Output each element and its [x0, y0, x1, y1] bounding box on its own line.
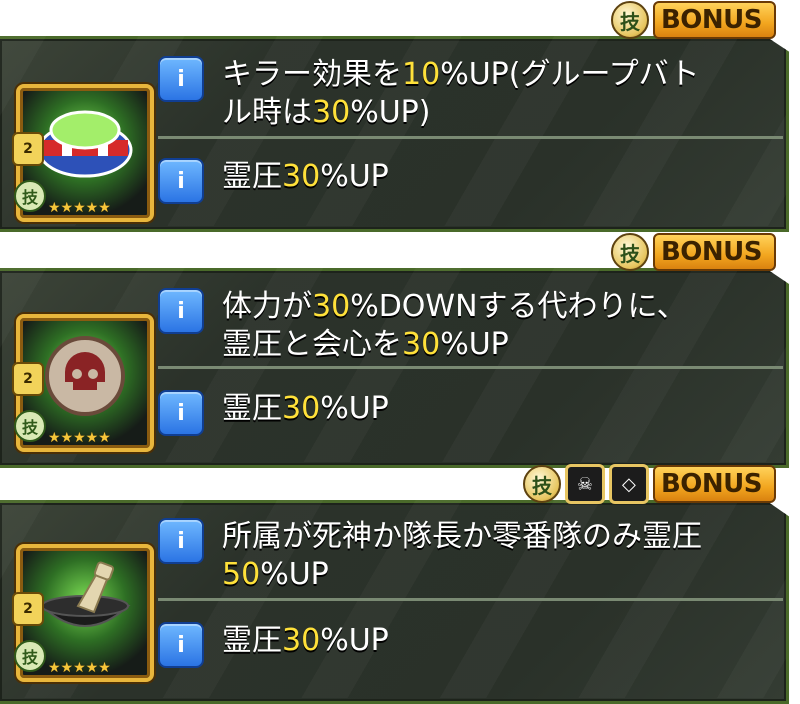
star-rating: ★★★★★	[48, 430, 111, 446]
info-icon[interactable]: i	[158, 56, 204, 102]
info-icon[interactable]: i	[158, 158, 204, 204]
stat-text: 霊圧30%UP	[222, 623, 389, 658]
info-icon[interactable]: i	[158, 622, 204, 668]
rank-badge: 技	[14, 640, 46, 672]
bonus-tag: BONUS	[652, 233, 776, 271]
item-icon-headband[interactable]: 2 技 ★★★★★	[12, 84, 154, 222]
tea-bowl-icon	[39, 561, 131, 627]
lock-icon: 2	[12, 362, 44, 396]
item-icon-skull[interactable]: 2 技 ★★★★★	[12, 314, 154, 452]
stat-line: i 霊圧30%UP	[158, 158, 783, 204]
info-icon[interactable]: i	[158, 288, 204, 334]
bonus-card-3: 技 ☠ ◇ BONUS 2 技 ★★★★★ i 所属が死神か隊長か零番隊のみ霊圧…	[0, 464, 789, 704]
divider	[158, 366, 783, 369]
star-rating: ★★★★★	[48, 200, 111, 216]
bonus-row: 技 BONUS	[610, 232, 776, 272]
ability-line: i キラー効果を10%UP(グループバト ル時は30%UP)	[158, 56, 783, 132]
waza-badge: 技	[610, 1, 649, 39]
info-icon[interactable]: i	[158, 390, 204, 436]
headband-icon	[37, 110, 133, 178]
lock-icon: 2	[12, 132, 44, 166]
ability-text: キラー効果を10%UP(グループバト ル時は30%UP)	[222, 57, 700, 130]
bonus-tag: BONUS	[652, 465, 776, 503]
stat-text: 霊圧30%UP	[222, 159, 389, 194]
stat-line: i 霊圧30%UP	[158, 622, 783, 668]
skull-square-badge-icon: ☠	[564, 464, 605, 504]
ability-text: 体力が30%DOWNする代わりに、 霊圧と会心を30%UP	[222, 289, 687, 362]
bonus-row: 技 BONUS	[610, 0, 776, 40]
ability-line: i 所属が死神か隊長か零番隊のみ霊圧 50%UP	[158, 518, 783, 594]
star-rating: ★★★★★	[48, 660, 111, 676]
bonus-tag: BONUS	[652, 1, 776, 39]
lock-icon: 2	[12, 592, 44, 626]
divider	[158, 136, 783, 139]
bonus-card-2: 技 BONUS 2 技 ★★★★★ i 体力が30%DOWNする代わりに、 霊圧…	[0, 232, 789, 468]
item-icon-tea-bowl[interactable]: 2 技 ★★★★★	[12, 544, 154, 682]
rank-badge: 技	[14, 180, 46, 212]
waza-badge: 技	[522, 465, 561, 503]
stat-line: i 霊圧30%UP	[158, 390, 783, 436]
bonus-row: 技 ☠ ◇ BONUS	[522, 464, 776, 504]
stat-text: 霊圧30%UP	[222, 391, 389, 426]
waza-badge: 技	[610, 233, 649, 271]
skull-emblem-icon	[45, 336, 125, 416]
info-icon[interactable]: i	[158, 518, 204, 564]
bonus-card-1: 技 BONUS 2 技 ★★★★★ i キラー効果を10%UP(グループバト ル…	[0, 0, 789, 232]
rank-badge: 技	[14, 410, 46, 442]
diamond-square-badge-icon: ◇	[608, 464, 649, 504]
ability-line: i 体力が30%DOWNする代わりに、 霊圧と会心を30%UP	[158, 288, 783, 364]
ability-text: 所属が死神か隊長か零番隊のみ霊圧 50%UP	[222, 519, 702, 592]
divider	[158, 598, 783, 601]
